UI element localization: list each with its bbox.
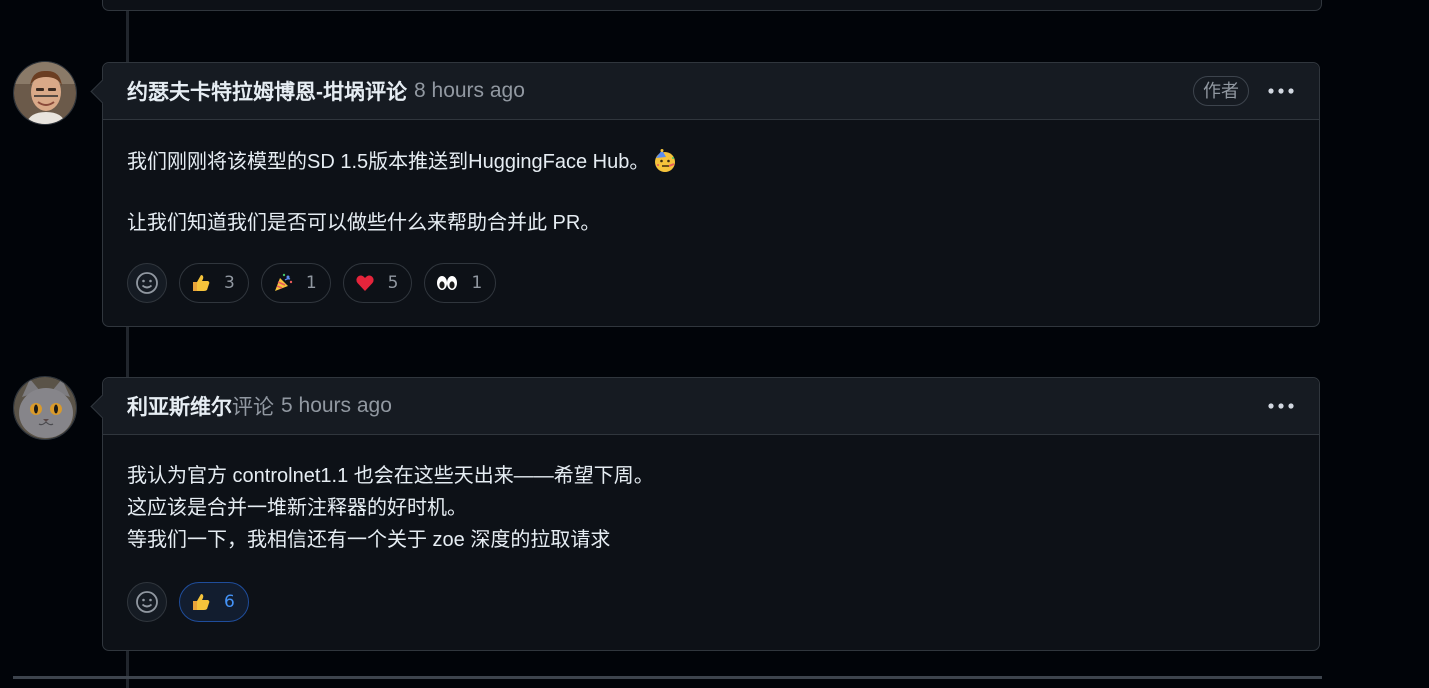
reaction-count: 1	[305, 273, 317, 293]
comment-line: 我认为官方 controlnet1.1 也会在这些天出来——希望下周。	[127, 465, 654, 487]
user-avatar-cat-icon	[14, 377, 76, 439]
reaction-thumbs-up[interactable]: 6	[179, 582, 249, 622]
comment-paragraph: 让我们知道我们是否可以做些什么来帮助合并此 PR。	[127, 212, 601, 234]
conversation-timeline: 约瑟夫卡特拉姆博恩-坩埚评论 8 hours ago 作者 我们刚刚将该模型的S…	[0, 0, 1429, 688]
comment-card: 约瑟夫卡特拉姆博恩-坩埚评论 8 hours ago 作者 我们刚刚将该模型的S…	[90, 62, 1320, 327]
comment-action: 评论	[232, 396, 274, 419]
more-options-button[interactable]	[1267, 77, 1295, 105]
reactions-bar: 6	[127, 582, 1295, 622]
comment-timestamp[interactable]: 5 hours ago	[281, 394, 392, 418]
heart-icon	[356, 275, 374, 291]
partying-face-icon	[653, 149, 677, 183]
add-reaction-button[interactable]	[127, 263, 167, 303]
author-badge: 作者	[1193, 76, 1249, 106]
reaction-eyes[interactable]: 1	[424, 263, 497, 303]
party-popper-icon	[274, 273, 293, 291]
more-options-button[interactable]	[1267, 392, 1295, 420]
reaction-count: 6	[224, 592, 235, 612]
comment-author[interactable]: 利亚斯维尔	[127, 391, 232, 421]
reaction-heart[interactable]: 5	[342, 263, 413, 303]
reaction-count: 3	[224, 273, 235, 293]
user-avatar-man-icon	[14, 62, 76, 124]
timeline-divider	[13, 676, 1322, 679]
eyes-icon	[437, 276, 458, 290]
comment-card: 利亚斯维尔 评论 5 hours ago 我认为官方 controlnet1.1…	[90, 377, 1320, 651]
reactions-bar: 3 1 5 1	[127, 263, 1295, 303]
comment-line: 等我们一下，我相信还有一个关于 zoe 深度的拉取请求	[127, 529, 611, 551]
reaction-party[interactable]: 1	[260, 263, 331, 303]
avatar[interactable]	[13, 61, 77, 125]
reaction-count: 1	[471, 273, 483, 293]
smiley-icon	[136, 272, 158, 294]
reaction-thumbs-up[interactable]: 3	[179, 263, 249, 303]
reaction-count: 5	[387, 273, 399, 293]
comment-header: 约瑟夫卡特拉姆博恩-坩埚评论 8 hours ago 作者	[103, 63, 1319, 120]
comment-author[interactable]: 约瑟夫卡特拉姆博恩-坩埚评论	[127, 76, 407, 106]
comment-line: 这应该是合并一堆新注释器的好时机。	[127, 497, 467, 519]
kebab-horizontal-icon	[1268, 88, 1294, 94]
thumbs-up-icon	[193, 594, 210, 610]
add-reaction-button[interactable]	[127, 582, 167, 622]
avatar[interactable]	[13, 376, 77, 440]
smiley-icon	[136, 591, 158, 613]
comment-timestamp[interactable]: 8 hours ago	[414, 79, 525, 103]
kebab-horizontal-icon	[1268, 403, 1294, 409]
comment-body: 我们刚刚将该模型的SD 1.5版本推送到HuggingFace Hub。 让我们…	[103, 120, 1319, 303]
comment-header: 利亚斯维尔 评论 5 hours ago	[103, 378, 1319, 435]
previous-comment-card	[102, 0, 1322, 11]
comment-body: 我认为官方 controlnet1.1 也会在这些天出来——希望下周。 这应该是…	[103, 435, 1319, 622]
thumbs-up-icon	[193, 275, 210, 291]
comment-paragraph: 我们刚刚将该模型的SD 1.5版本推送到HuggingFace Hub。	[127, 146, 1295, 183]
